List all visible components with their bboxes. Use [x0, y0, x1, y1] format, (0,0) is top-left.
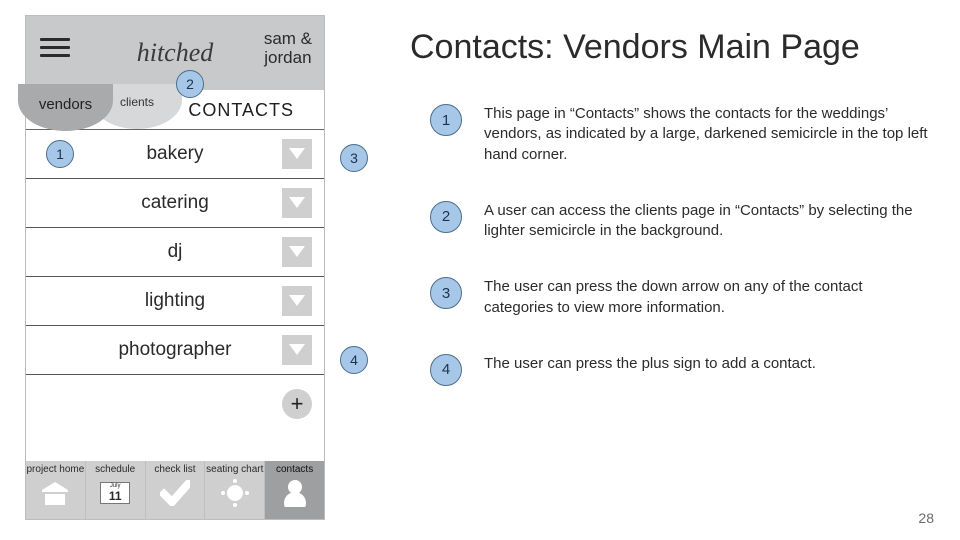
chevron-down-icon: [289, 246, 305, 258]
plus-icon: +: [291, 393, 304, 415]
couple-line1: sam &: [264, 30, 312, 49]
callout-marker-3: 3: [340, 144, 368, 172]
tab-label: check list: [154, 464, 195, 475]
explainer-text: The user can press the down arrow on any…: [484, 277, 930, 318]
tab-label: project home: [26, 464, 84, 475]
explainer-number: 3: [430, 277, 462, 309]
chevron-down-icon: [289, 148, 305, 160]
chevron-down-icon: [289, 295, 305, 307]
section-title: CONTACTS: [188, 100, 294, 121]
tab-contacts[interactable]: contacts: [265, 461, 324, 519]
tab-label: schedule: [95, 464, 135, 475]
callout-marker-4: 4: [340, 346, 368, 374]
expand-button[interactable]: [282, 237, 312, 267]
phone-header: hitched sam & jordan: [26, 16, 324, 90]
seating-icon: [218, 478, 252, 508]
contact-label: photographer: [118, 339, 231, 361]
explainer-item: 2 A user can access the clients page in …: [430, 201, 930, 242]
account-name[interactable]: sam & jordan: [264, 30, 312, 67]
contact-list: bakery catering dj lighting photographer: [26, 130, 324, 431]
tab-schedule[interactable]: schedule July 11: [86, 461, 146, 519]
bottom-tabbar: project home schedule July 11 check list…: [26, 461, 324, 519]
page-title: Contacts: Vendors Main Page: [410, 28, 860, 67]
explainer-item: 4 The user can press the plus sign to ad…: [430, 354, 930, 386]
explainer-item: 3 The user can press the down arrow on a…: [430, 277, 930, 318]
callout-marker-1: 1: [46, 140, 74, 168]
contact-label: lighting: [145, 290, 205, 312]
chevron-down-icon: [289, 344, 305, 356]
calendar-icon: July 11: [98, 478, 132, 508]
calendar-day: 11: [101, 489, 129, 503]
expand-button[interactable]: [282, 188, 312, 218]
couple-line2: jordan: [264, 49, 312, 68]
explainer-number: 2: [430, 201, 462, 233]
list-item: lighting: [26, 277, 324, 326]
list-item: catering: [26, 179, 324, 228]
explainer-text: This page in “Contacts” shows the contac…: [484, 104, 930, 165]
check-icon: [158, 478, 192, 508]
expand-button[interactable]: [282, 139, 312, 169]
explainer-number: 1: [430, 104, 462, 136]
explainer-number: 4: [430, 354, 462, 386]
phone-mockup: hitched sam & jordan clients vendors CON…: [25, 15, 325, 520]
tab-seating-chart[interactable]: seating chart: [205, 461, 265, 519]
expand-button[interactable]: [282, 335, 312, 365]
page-number: 28: [918, 510, 934, 526]
callout-marker-2: 2: [176, 70, 204, 98]
list-item: dj: [26, 228, 324, 277]
tab-label: seating chart: [206, 464, 263, 475]
tab-label: contacts: [276, 464, 313, 475]
contact-label: catering: [141, 192, 209, 214]
tab-vendors-label: vendors: [39, 96, 92, 113]
add-row: +: [26, 375, 324, 431]
tab-clients-label: clients: [120, 95, 154, 109]
contacts-subheader: clients vendors CONTACTS: [26, 90, 324, 130]
expand-button[interactable]: [282, 286, 312, 316]
tab-checklist[interactable]: check list: [146, 461, 206, 519]
person-icon: [278, 478, 312, 508]
add-contact-button[interactable]: +: [282, 389, 312, 419]
chevron-down-icon: [289, 197, 305, 209]
explainer-text: A user can access the clients page in “C…: [484, 201, 930, 242]
explainer-list: 1 This page in “Contacts” shows the cont…: [430, 104, 930, 386]
contact-label: dj: [168, 241, 183, 263]
list-item: photographer: [26, 326, 324, 375]
tab-vendors[interactable]: vendors: [18, 84, 113, 131]
tab-project-home[interactable]: project home: [26, 461, 86, 519]
home-icon: [38, 478, 72, 508]
explainer-text: The user can press the plus sign to add …: [484, 354, 816, 374]
explainer-item: 1 This page in “Contacts” shows the cont…: [430, 104, 930, 165]
contact-label: bakery: [146, 143, 203, 165]
